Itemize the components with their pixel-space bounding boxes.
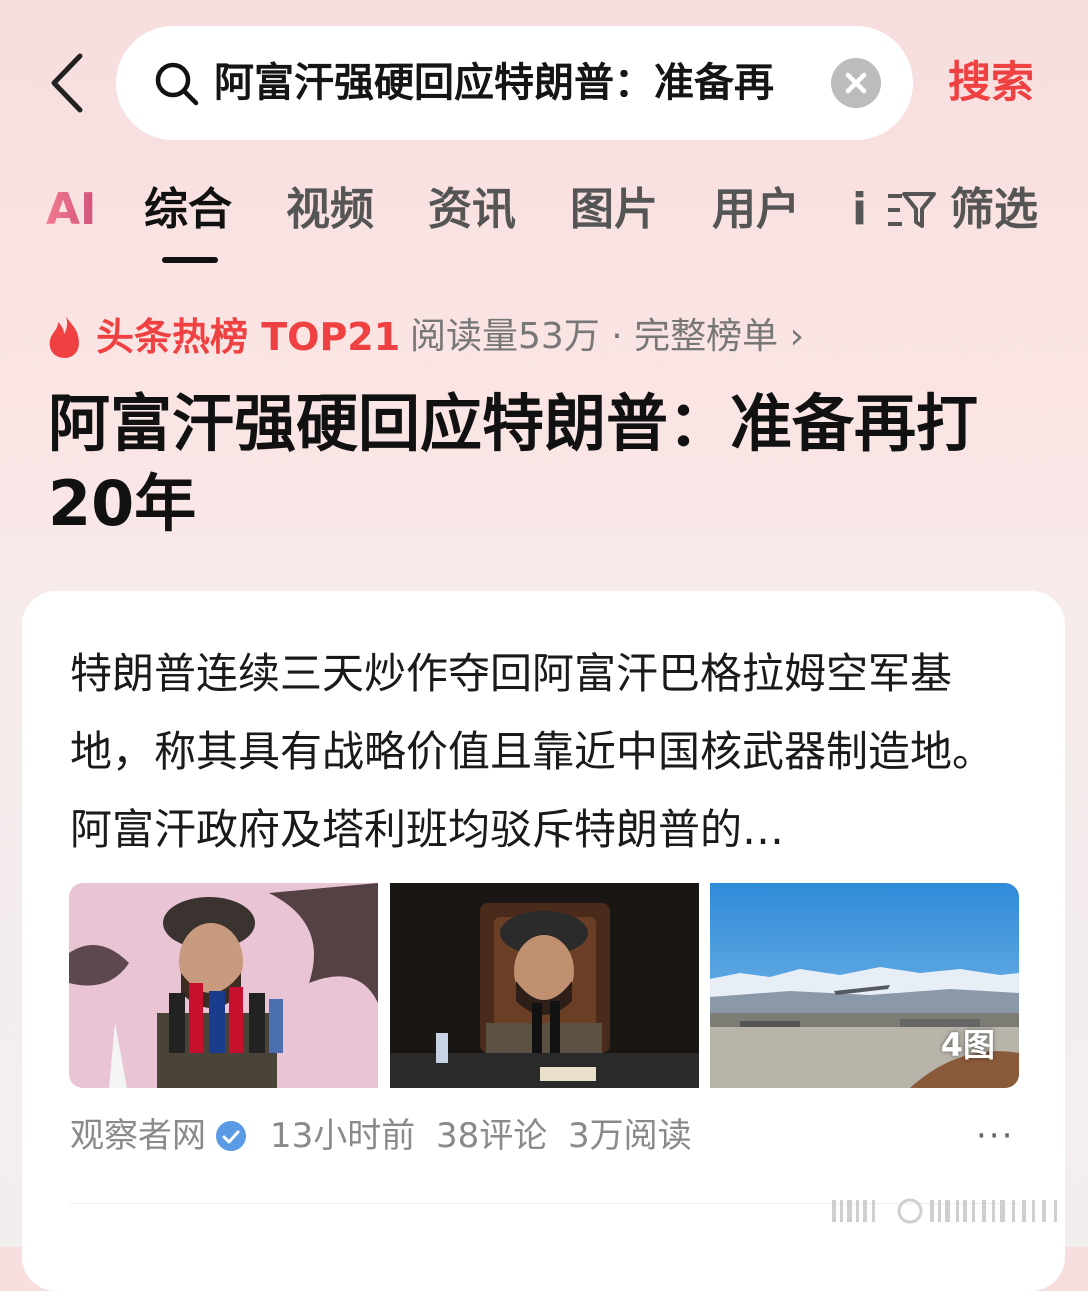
hot-list-meta[interactable]: 阅读量53万 · 完整榜单 › (410, 310, 804, 364)
press-conference-photo-2 (390, 883, 699, 1088)
tab-users[interactable]: 用户 (712, 178, 800, 242)
article-card[interactable]: 特朗普连续三天炒作夺回阿富汗巴格拉姆空军基地，称其具有战略价值且靠近中国核武器制… (22, 591, 1065, 1291)
back-button[interactable] (40, 52, 100, 114)
top-bar: 阿富汗强硬回应特朗普：准备再 搜索 (0, 0, 1088, 160)
search-button[interactable]: 搜索 (948, 56, 1034, 110)
press-conference-photo-1 (69, 883, 378, 1088)
tab-video[interactable]: 视频 (286, 178, 374, 242)
tab-news[interactable]: 资讯 (428, 178, 516, 242)
tab-comprehensive[interactable]: 综合 (144, 178, 232, 242)
filter-label: 筛选 (950, 184, 1038, 235)
close-circle-icon (845, 72, 867, 94)
search-input[interactable]: 阿富汗强硬回应特朗普：准备再 (214, 52, 902, 114)
article-meta: 观察者网 13小时前 38评论 3万阅读 ··· (70, 1109, 1030, 1163)
tab-images[interactable]: 图片 (570, 178, 658, 242)
watermark-logo (832, 1198, 1057, 1224)
hot-list-row[interactable]: 头条热榜 TOP21 阅读量53万 · 完整榜单 › (46, 310, 1046, 366)
article-image-2[interactable] (390, 883, 699, 1088)
hot-list-label: 头条热榜 TOP21 (96, 315, 401, 359)
check-badge-icon (216, 1121, 246, 1151)
category-tabs: AI 综合 视频 资讯 图片 用户 i 筛选 (0, 178, 1088, 268)
search-icon (155, 62, 199, 106)
article-image-1[interactable] (69, 883, 378, 1088)
read-count: 3万阅读 (568, 1116, 692, 1156)
more-options-button[interactable]: ··· (976, 1109, 1014, 1163)
page-title: 阿富汗强硬回应特朗普：准备再打20年 (48, 387, 979, 540)
comment-count: 38评论 (436, 1116, 548, 1156)
active-tab-indicator (162, 257, 218, 263)
image-count-label: 4图 (940, 1026, 995, 1064)
publish-time: 13小时前 (270, 1116, 416, 1156)
search-box[interactable]: 阿富汗强硬回应特朗普：准备再 (116, 26, 913, 140)
tab-overflow-partial[interactable]: i (852, 178, 867, 242)
tab-ai[interactable]: AI (46, 178, 96, 242)
source-name[interactable]: 观察者网 (70, 1109, 206, 1163)
article-image-3[interactable]: 4图 (710, 883, 1019, 1088)
article-summary[interactable]: 特朗普连续三天炒作夺回阿富汗巴格拉姆空军基地，称其具有战略价值且靠近中国核武器制… (70, 635, 1020, 869)
chevron-left-icon (51, 53, 83, 113)
funnel-icon (888, 192, 936, 228)
clear-search-button[interactable] (831, 58, 881, 108)
flame-icon (49, 314, 79, 358)
